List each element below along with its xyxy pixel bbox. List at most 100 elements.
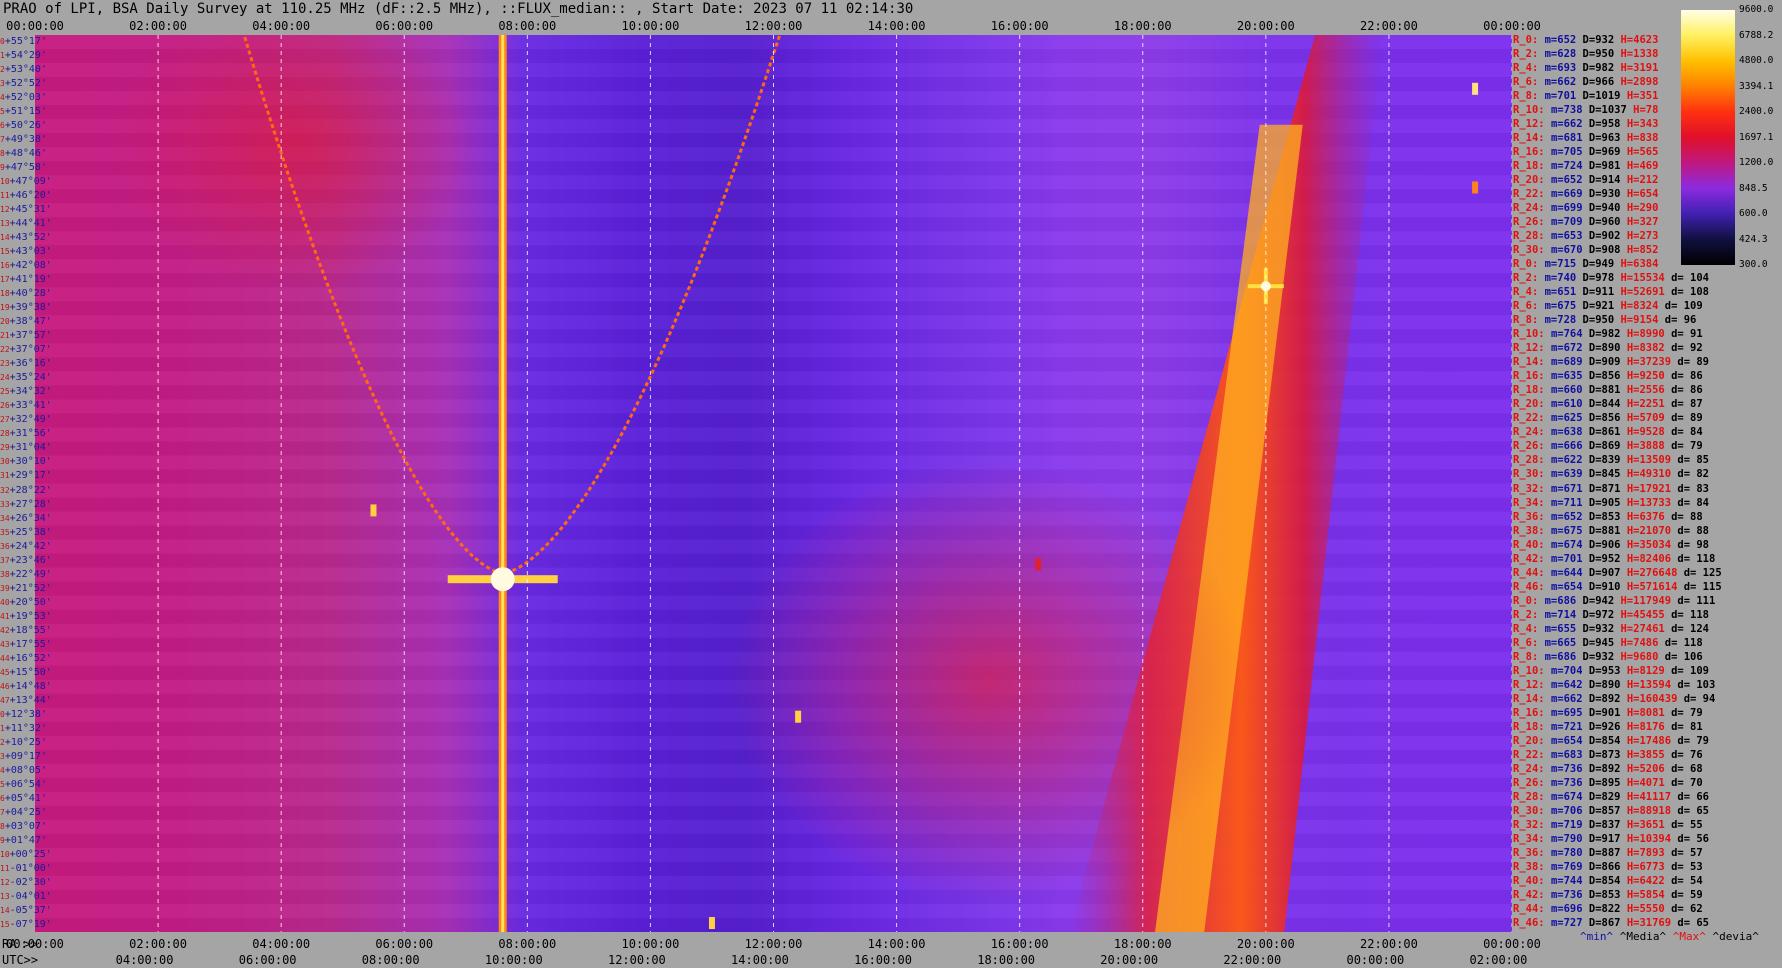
ray-stat-H: H=10394 bbox=[1626, 832, 1678, 845]
ray-stat-row: R_0: m=686 D=942 H=117949 d= 111 bbox=[1513, 594, 1715, 608]
ray-stat-r: R_18: bbox=[1513, 720, 1551, 733]
ray-stat-row: R_10: m=764 D=982 H=8990 d= 91 bbox=[1513, 327, 1703, 341]
dec-value: +35°24' bbox=[9, 372, 52, 384]
dec-value: +48°46' bbox=[4, 148, 47, 160]
legend-min: ^min^ bbox=[1580, 930, 1614, 943]
dec-label: 14+43°52' bbox=[0, 232, 52, 244]
dec-index: 39 bbox=[0, 583, 10, 593]
dec-index: 15 bbox=[0, 919, 10, 929]
dec-label: 37+23°46' bbox=[0, 555, 52, 567]
ray-stat-row: R_20: m=610 D=844 H=2251 d= 87 bbox=[1513, 397, 1703, 411]
dec-value: +34°32' bbox=[9, 386, 52, 398]
ray-stat-r: R_28: bbox=[1513, 790, 1551, 803]
ray-stat-row: R_28: m=653 D=902 H=273 bbox=[1513, 229, 1658, 243]
dec-value: +51°15' bbox=[4, 106, 47, 118]
ra-tick-label: 20:00:00 bbox=[1236, 937, 1295, 951]
dec-value: +37°57' bbox=[9, 330, 52, 342]
dec-value: +31°56' bbox=[9, 428, 52, 440]
ray-stat-d: d= 86 bbox=[1671, 370, 1703, 383]
ray-stat-D: D=969 bbox=[1588, 146, 1627, 159]
dec-index: 28 bbox=[0, 429, 10, 439]
ray-stat-m: m=652 bbox=[1550, 510, 1589, 523]
bright-source bbox=[490, 567, 515, 592]
ray-stat-H: H=2251 bbox=[1626, 398, 1672, 411]
ray-stat-row: R_10: m=704 D=953 H=8129 d= 109 bbox=[1513, 664, 1709, 678]
ray-stat-d: d= 66 bbox=[1677, 790, 1709, 803]
dec-label: 19+39°38' bbox=[0, 302, 52, 314]
ray-stat-D: D=869 bbox=[1588, 440, 1627, 453]
ray-stat-r: R_10: bbox=[1513, 328, 1551, 341]
ray-stat-m: m=675 bbox=[1550, 524, 1589, 537]
ray-stat-m: m=721 bbox=[1550, 720, 1589, 733]
ray-stat-m: m=695 bbox=[1550, 706, 1589, 719]
dec-value: -07°19' bbox=[9, 918, 52, 930]
ray-stat-r: R_34: bbox=[1513, 832, 1551, 845]
top-tick-label: 14:00:00 bbox=[867, 19, 926, 33]
ray-stat-m: m=625 bbox=[1550, 412, 1589, 425]
ray-stat-m: m=724 bbox=[1550, 160, 1589, 173]
ray-stat-H: H=7893 bbox=[1626, 846, 1672, 859]
ra-tick-label: 00:00:00 bbox=[6, 937, 64, 951]
ray-stat-r: R_8: bbox=[1513, 90, 1545, 103]
ray-stat-H: H=8990 bbox=[1626, 328, 1672, 341]
ray-stat-H: H=852 bbox=[1626, 244, 1659, 257]
colorbar-gradient bbox=[1681, 10, 1735, 265]
ray-stat-r: R_26: bbox=[1513, 216, 1551, 229]
ray-stat-d: d= 88 bbox=[1677, 524, 1709, 537]
ray-stat-row: R_16: m=635 D=856 H=9250 d= 86 bbox=[1513, 369, 1703, 383]
ray-stat-m: m=736 bbox=[1550, 762, 1589, 775]
ray-stat-m: m=780 bbox=[1550, 846, 1589, 859]
ray-stat-D: D=854 bbox=[1588, 874, 1627, 887]
utc-tick-label: 18:00:00 bbox=[977, 953, 1036, 967]
ray-stat-row: R_20: m=652 D=914 H=212 bbox=[1513, 173, 1658, 187]
ray-stat-D: D=952 bbox=[1588, 552, 1627, 565]
bright-pixel bbox=[1472, 181, 1479, 194]
ray-stat-r: R_2: bbox=[1513, 272, 1545, 285]
ray-stat-r: R_30: bbox=[1513, 244, 1551, 257]
ray-stat-m: m=727 bbox=[1550, 916, 1589, 929]
utc-tick-label: 20:00:00 bbox=[1100, 953, 1159, 967]
dec-value: +21°52' bbox=[9, 582, 52, 594]
ray-stat-r: R_44: bbox=[1513, 566, 1551, 579]
dec-index: 47 bbox=[0, 695, 10, 705]
dec-value: +14°48' bbox=[9, 680, 52, 692]
ray-stat-r: R_2: bbox=[1513, 48, 1545, 61]
ray-stat-row: R_36: m=652 D=853 H=6376 d= 88 bbox=[1513, 510, 1703, 524]
ray-stat-m: m=769 bbox=[1550, 860, 1589, 873]
ray-stat-r: R_22: bbox=[1513, 412, 1551, 425]
ray-stat-r: R_14: bbox=[1513, 692, 1551, 705]
colorbar-label: 3394.1 bbox=[1739, 80, 1774, 92]
dec-label: 2+53°40' bbox=[0, 64, 47, 76]
ray-stat-m: m=681 bbox=[1550, 132, 1589, 145]
ray-stat-r: R_0: bbox=[1513, 34, 1545, 46]
dec-value: +46°20' bbox=[9, 190, 52, 202]
dec-label: 21+37°57' bbox=[0, 330, 52, 342]
utc-tick-label: 14:00:00 bbox=[731, 953, 789, 967]
ray-stat-D: D=966 bbox=[1582, 76, 1621, 89]
ray-stat-d: d= 53 bbox=[1671, 860, 1703, 873]
dec-label: 10+47°09' bbox=[0, 176, 52, 188]
dec-label: 24+35°24' bbox=[0, 372, 52, 384]
ray-stat-r: R_10: bbox=[1513, 664, 1551, 677]
ray-stat-r: R_28: bbox=[1513, 454, 1551, 467]
dec-value: +12°38' bbox=[4, 708, 47, 720]
top-tick-label: 00:00:00 bbox=[6, 19, 64, 33]
dec-value: +10°25' bbox=[4, 736, 47, 748]
chart-title: PRAO of LPI, BSA Daily Survey at 110.25 … bbox=[3, 1, 914, 17]
ray-stat-row: R_24: m=736 D=892 H=5206 d= 68 bbox=[1513, 762, 1703, 776]
dec-index: 34 bbox=[0, 513, 10, 523]
ra-tick-label: 04:00:00 bbox=[252, 937, 311, 951]
ray-stat-r: R_16: bbox=[1513, 370, 1551, 383]
ray-stat-D: D=945 bbox=[1582, 636, 1621, 649]
legend-max: ^Max^ bbox=[1672, 930, 1706, 943]
ray-stat-m: m=705 bbox=[1550, 146, 1589, 159]
ray-stat-m: m=674 bbox=[1550, 538, 1589, 551]
dec-value: +52°03' bbox=[4, 92, 47, 104]
ray-stat-r: R_16: bbox=[1513, 706, 1551, 719]
dec-value: +20°50' bbox=[9, 596, 52, 608]
ray-stat-D: D=921 bbox=[1582, 300, 1621, 313]
ray-stat-m: m=666 bbox=[1550, 440, 1589, 453]
ray-stat-H: H=2556 bbox=[1626, 384, 1672, 397]
ray-stat-r: R_32: bbox=[1513, 482, 1551, 495]
ray-stat-H: H=343 bbox=[1626, 118, 1659, 131]
